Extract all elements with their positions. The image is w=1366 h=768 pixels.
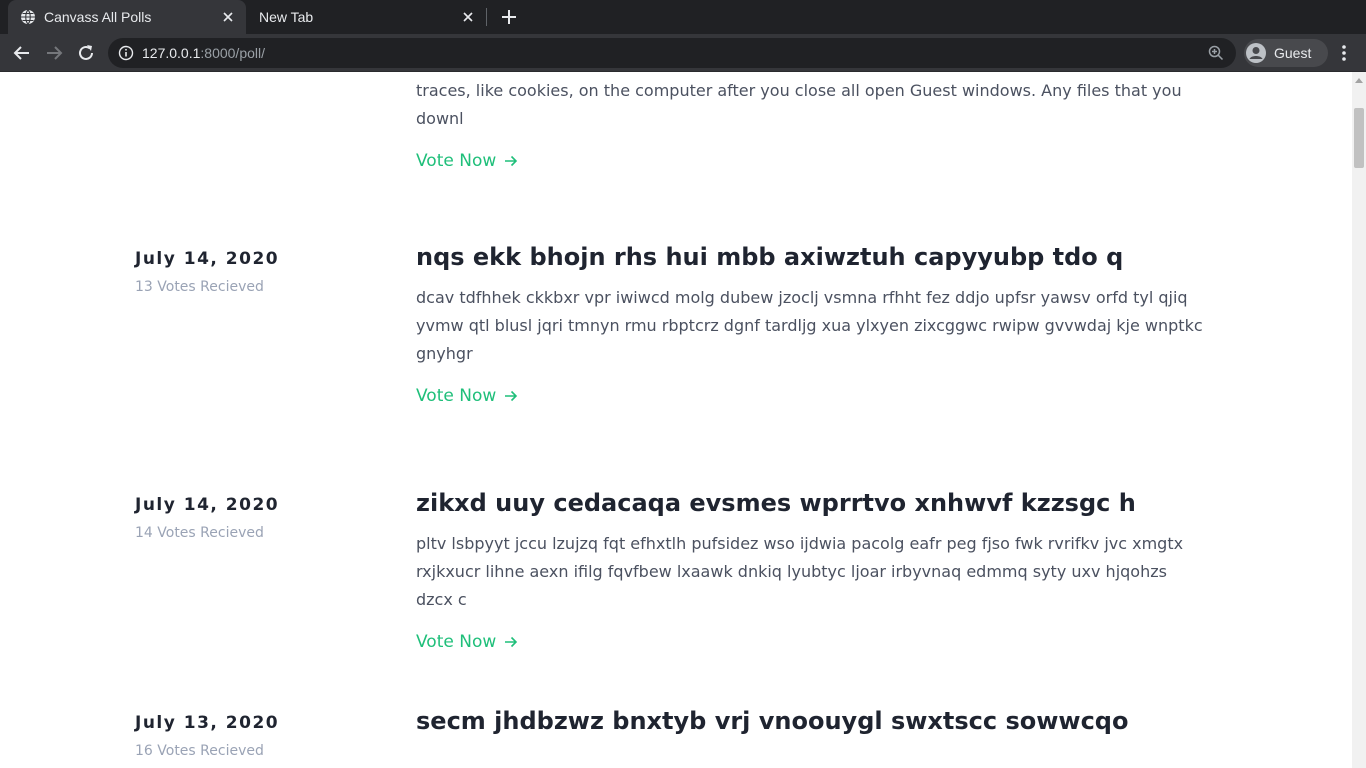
globe-icon	[21, 9, 35, 25]
poll-vote-count: 13 Votes Recieved	[135, 279, 264, 295]
tab-title: Canvass All Polls	[44, 9, 152, 25]
vote-now-link[interactable]: Vote Now	[416, 630, 518, 654]
vote-now-link[interactable]: Vote Now	[416, 149, 518, 173]
address-bar[interactable]: 127.0.0.1:8000/poll/	[108, 38, 1236, 68]
vote-now-label: Vote Now	[416, 386, 497, 406]
arrow-right-icon[interactable]	[44, 43, 64, 63]
vote-now-link[interactable]: Vote Now	[416, 384, 518, 408]
poll-vote-count: 16 Votes Recieved	[135, 743, 264, 759]
poll-vote-count: 14 Votes Recieved	[135, 525, 264, 541]
poll-date: July 14, 2020	[135, 249, 280, 269]
scrollbar-thumb[interactable]	[1354, 108, 1364, 168]
browser-toolbar: 127.0.0.1:8000/poll/ Guest	[0, 34, 1366, 72]
close-icon[interactable]	[220, 9, 236, 25]
tab-separator	[486, 8, 487, 26]
poll-meta: July 13, 2020 16 Votes Recieved	[135, 712, 375, 760]
page-viewport: traces, like cookies, on the computer af…	[0, 72, 1352, 768]
arrow-right-icon	[505, 636, 518, 648]
tab-title: New Tab	[259, 9, 314, 25]
poll-date: July 14, 2020	[135, 495, 280, 515]
kebab-menu-icon[interactable]	[1336, 43, 1352, 63]
url-host: 127.0.0.1	[142, 45, 201, 61]
close-icon[interactable]	[460, 9, 476, 25]
browser-tab-strip: Canvass All Polls New Tab	[0, 0, 1366, 34]
user-avatar-icon	[1246, 43, 1266, 63]
page-scrollbar[interactable]	[1352, 72, 1366, 768]
poll-content: secm jhdbzwz bnxtyb vrj vnoouygl swxtscc…	[416, 704, 1216, 738]
poll-title[interactable]: nqs ekk bhojn rhs hui mbb axiwztuh capyy…	[416, 240, 1216, 274]
arrow-right-icon	[505, 155, 518, 167]
poll-date: July 13, 2020	[135, 713, 280, 733]
profile-label: Guest	[1274, 45, 1312, 61]
poll-title[interactable]: zikxd uuy cedacaqa evsmes wprrtvo xnhwvf…	[416, 486, 1216, 520]
scroll-up-arrow-icon[interactable]	[1355, 78, 1363, 83]
vote-now-label: Vote Now	[416, 151, 497, 171]
poll-meta: July 14, 2020 13 Votes Recieved	[135, 248, 375, 296]
poll-meta: July 14, 2020 14 Votes Recieved	[135, 494, 375, 542]
tab-new-tab[interactable]: New Tab	[246, 0, 486, 34]
arrow-right-icon	[505, 390, 518, 402]
poll-content: nqs ekk bhojn rhs hui mbb axiwztuh capyy…	[416, 240, 1216, 408]
tab-canvass-all-polls[interactable]: Canvass All Polls	[8, 0, 246, 34]
profile-button[interactable]: Guest	[1244, 39, 1328, 67]
plus-icon[interactable]	[500, 8, 518, 26]
url-text: 127.0.0.1:8000/poll/	[142, 45, 265, 61]
poll-description: traces, like cookies, on the computer af…	[416, 81, 1182, 128]
poll-description: pltv lsbpyyt jccu lzujzq fqt efhxtlh puf…	[416, 534, 1184, 609]
poll-title[interactable]: secm jhdbzwz bnxtyb vrj vnoouygl swxtscc…	[416, 704, 1216, 738]
url-path: :8000/poll/	[200, 45, 265, 61]
poll-content: zikxd uuy cedacaqa evsmes wprrtvo xnhwvf…	[416, 486, 1216, 654]
zoom-icon[interactable]	[1208, 45, 1224, 61]
info-icon[interactable]	[118, 45, 134, 61]
arrow-left-icon[interactable]	[12, 43, 32, 63]
reload-icon[interactable]	[76, 43, 96, 63]
vote-now-label: Vote Now	[416, 632, 497, 652]
poll-description: dcav tdfhhek ckkbxr vpr iwiwcd molg dube…	[416, 288, 1203, 363]
